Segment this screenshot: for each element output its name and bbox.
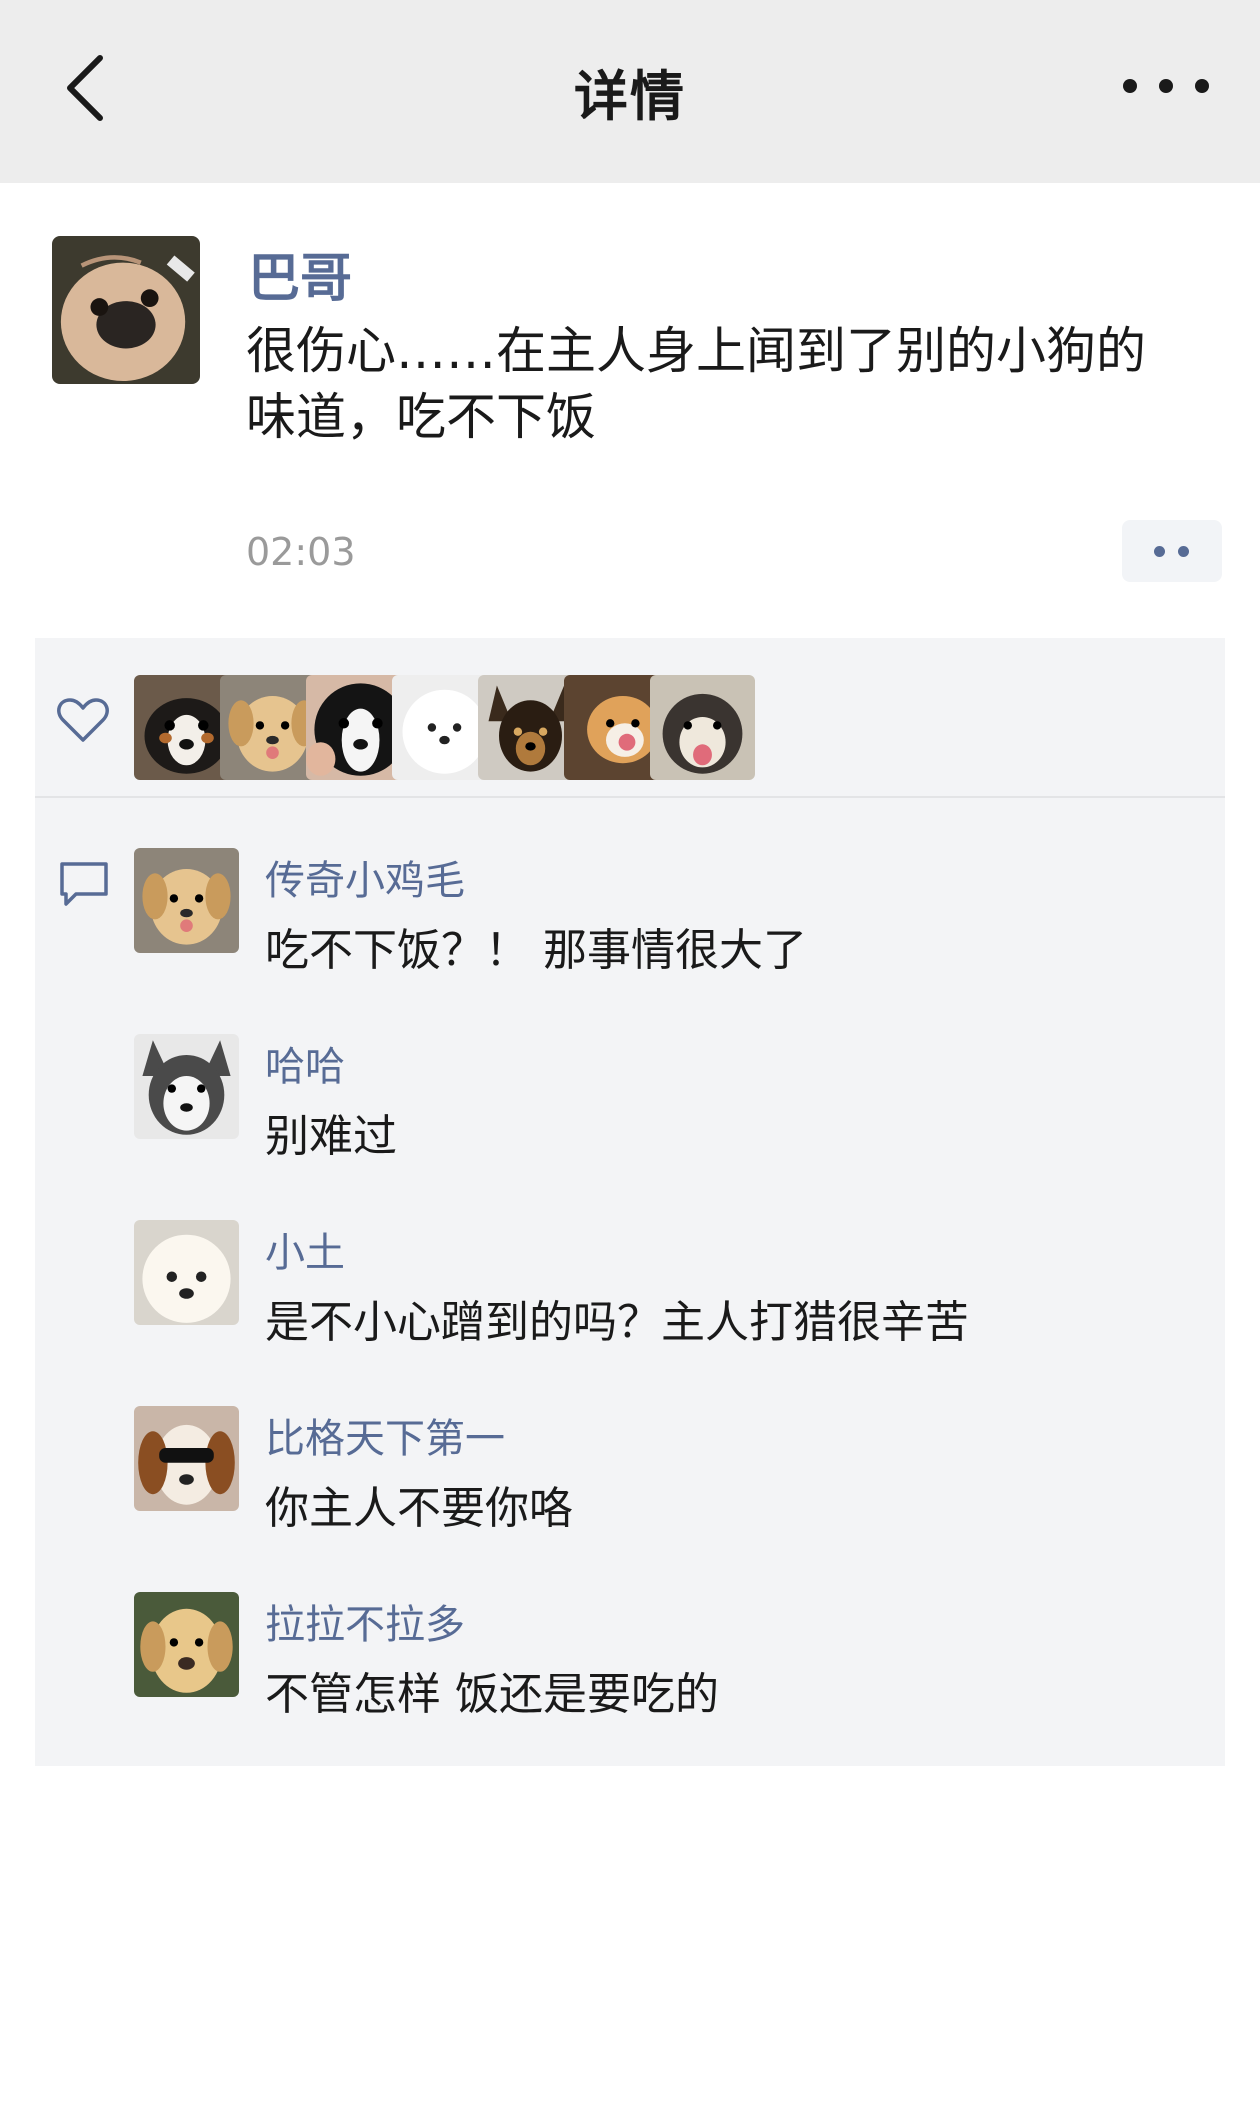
interaction-panel: 传奇小鸡毛 吃不下饭？！ 那事情很大了 哈哈 别难过 小土 是不小心蹭到的吗？主… [35, 638, 1225, 1766]
likes-row [35, 638, 1225, 798]
comment-text: 是不小心蹭到的吗？主人打猎很辛苦 [265, 1297, 969, 1348]
author-avatar[interactable] [52, 236, 200, 384]
commenter-avatar[interactable] [134, 1592, 239, 1697]
comment-text: 你主人不要你咯 [265, 1483, 573, 1534]
comment-text: 不管怎样 饭还是要吃的 [265, 1669, 719, 1720]
author-name[interactable]: 巴哥 [248, 236, 352, 311]
more-dots-icon [1123, 79, 1209, 93]
heart-outline-icon [57, 698, 109, 742]
commenter-name[interactable]: 传奇小鸡毛 [265, 848, 465, 906]
commenter-avatar[interactable] [134, 1034, 239, 1139]
commenter-name[interactable]: 小土 [265, 1220, 345, 1278]
comment-item: 比格天下第一 你主人不要你咯 [35, 1406, 1225, 1566]
comment-item: 哈哈 别难过 [35, 1034, 1225, 1194]
commenter-name[interactable]: 哈哈 [265, 1034, 345, 1092]
page-title: 详情 [574, 65, 686, 128]
commenter-avatar[interactable] [134, 1406, 239, 1511]
comment-item: 拉拉不拉多 不管怎样 饭还是要吃的 [35, 1592, 1225, 1752]
menu-dot-icon [1154, 546, 1165, 557]
comment-text: 吃不下饭？！ 那事情很大了 [265, 925, 807, 976]
commenter-name[interactable]: 比格天下第一 [265, 1406, 505, 1464]
menu-dot-icon [1178, 546, 1189, 557]
comment-text: 别难过 [265, 1111, 397, 1162]
comment-item: 小土 是不小心蹭到的吗？主人打猎很辛苦 [35, 1220, 1225, 1380]
commenter-avatar[interactable] [134, 1220, 239, 1325]
nav-bar: 详情 [0, 0, 1260, 183]
comment-like-menu-button[interactable] [1122, 520, 1222, 582]
liker-avatar[interactable] [650, 675, 755, 780]
commenter-name[interactable]: 拉拉不拉多 [265, 1592, 465, 1650]
post-timestamp: 02:03 [246, 530, 356, 574]
comment-item: 传奇小鸡毛 吃不下饭？！ 那事情很大了 [35, 848, 1225, 1008]
post-content: 很伤心……在主人身上闻到了别的小狗的味道，吃不下饭 [246, 322, 1146, 446]
more-button[interactable] [1118, 66, 1214, 106]
commenter-avatar[interactable] [134, 848, 239, 953]
